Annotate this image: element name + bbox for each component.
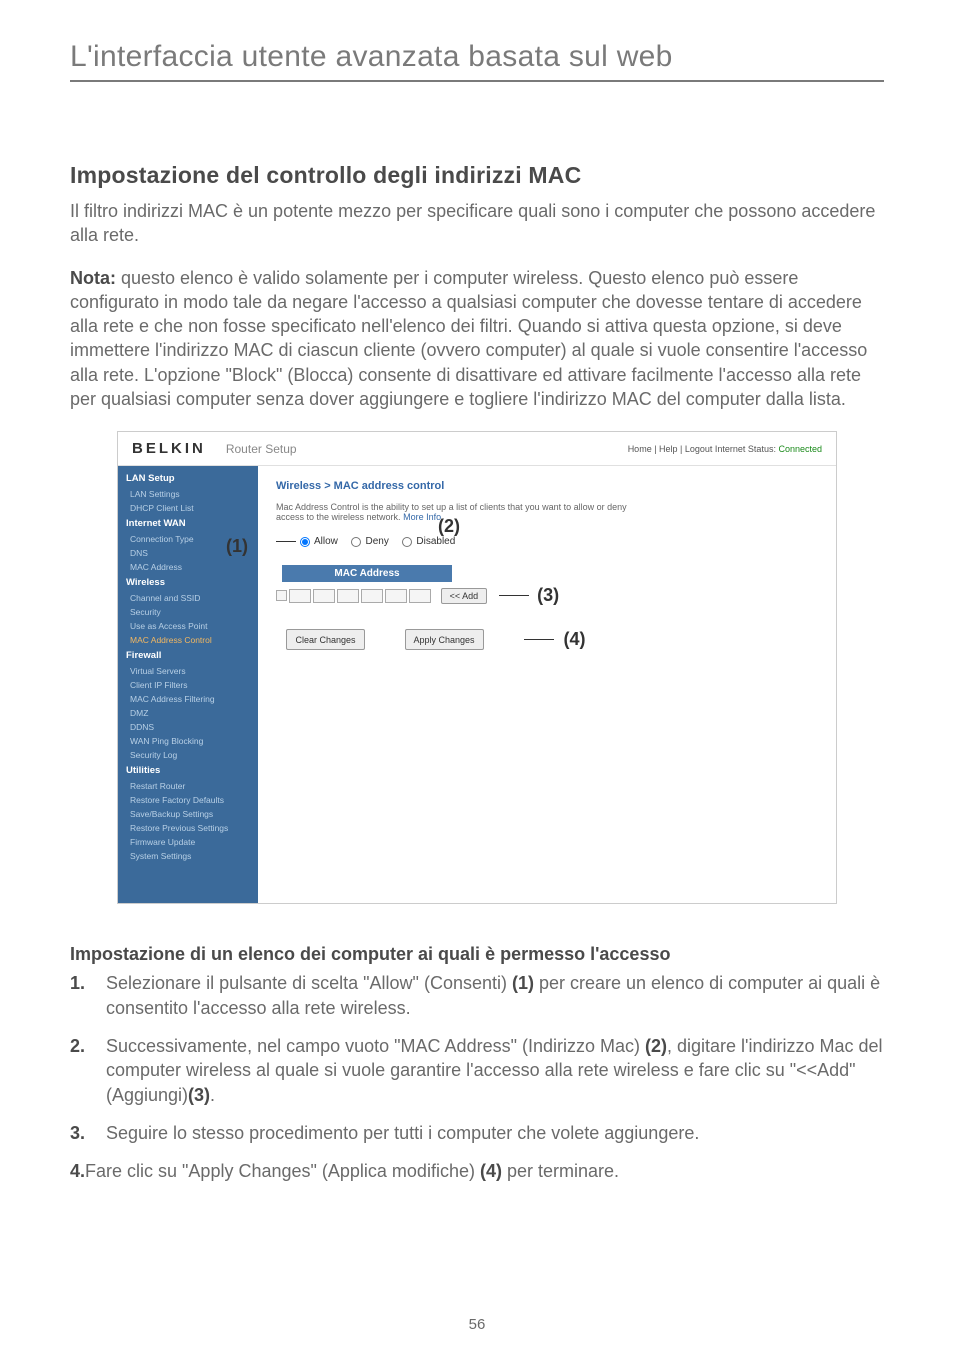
mac-cell-2[interactable] — [313, 589, 335, 603]
nav-channel-ssid[interactable]: Channel and SSID — [118, 591, 258, 605]
mac-table: MAC Address << Add — [276, 565, 818, 609]
steps-list: 1. Selezionare il pulsante di scelta "Al… — [70, 971, 884, 1145]
belkin-logo: BELKIN — [132, 440, 206, 457]
radio-disabled[interactable] — [402, 537, 412, 547]
radio-deny-label: Deny — [365, 536, 388, 547]
step-4-pre: Fare clic su "Apply Changes" (Applica mo… — [85, 1161, 480, 1181]
step-4-num: 4. — [70, 1161, 85, 1181]
radio-disabled-label: Disabled — [416, 536, 455, 547]
step-2-num: 2. — [70, 1034, 106, 1107]
annot-line-4 — [524, 639, 554, 640]
step-2-bold: (2) — [645, 1036, 667, 1056]
step-1-pre: Selezionare il pulsante di scelta "Allow… — [106, 973, 512, 993]
mac-address-header: MAC Address — [282, 565, 452, 582]
nav-restart[interactable]: Restart Router — [118, 779, 258, 793]
nav-security-log[interactable]: Security Log — [118, 748, 258, 762]
header-links[interactable]: Home | Help | Logout Internet Status: — [628, 444, 779, 454]
step-1-num: 1. — [70, 971, 106, 1020]
nav-dmz[interactable]: DMZ — [118, 706, 258, 720]
radio-allow[interactable] — [300, 537, 310, 547]
step-1: 1. Selezionare il pulsante di scelta "Al… — [70, 971, 884, 1020]
nav-mac-control[interactable]: MAC Address Control — [118, 633, 258, 647]
radio-allow-label: Allow — [314, 536, 338, 547]
router-setup-label: Router Setup — [226, 442, 297, 456]
nav-wan-ping[interactable]: WAN Ping Blocking — [118, 734, 258, 748]
step-2: 2. Successivamente, nel campo vuoto "MAC… — [70, 1034, 884, 1107]
screenshot-container: BELKIN Router Setup Home | Help | Logout… — [70, 431, 884, 904]
section-title: Impostazione del controllo degli indiriz… — [70, 162, 884, 189]
nav-client-ip[interactable]: Client IP Filters — [118, 678, 258, 692]
more-info-link[interactable]: More Info — [403, 512, 441, 522]
mac-cell-5[interactable] — [385, 589, 407, 603]
clear-changes-button[interactable]: Clear Changes — [286, 629, 364, 650]
annotation-3: (3) — [537, 585, 559, 606]
annotation-4: (4) — [564, 629, 586, 650]
sub-section-title: Impostazione di un elenco dei computer a… — [70, 944, 884, 965]
apply-changes-button[interactable]: Apply Changes — [405, 629, 484, 650]
step-4: 4.Fare clic su "Apply Changes" (Applica … — [70, 1159, 884, 1183]
nav-heading-wireless: Wireless — [118, 574, 258, 591]
note-label: Nota: — [70, 268, 116, 288]
add-button[interactable]: << Add — [441, 588, 488, 604]
nav-security[interactable]: Security — [118, 605, 258, 619]
mac-cell-6[interactable] — [409, 589, 431, 603]
nav-virtual-servers[interactable]: Virtual Servers — [118, 664, 258, 678]
sidebar: LAN Setup LAN Settings DHCP Client List … — [118, 466, 258, 903]
nav-mac-filtering[interactable]: MAC Address Filtering — [118, 692, 258, 706]
nav-heading-wan: Internet WAN — [118, 515, 258, 532]
note-paragraph: Nota: questo elenco è valido solamente p… — [70, 266, 884, 412]
mac-checkbox[interactable] — [276, 590, 287, 601]
step-3: 3. Seguire lo stesso procedimento per tu… — [70, 1121, 884, 1145]
mac-input-row: << Add (3) — [276, 582, 818, 609]
router-screenshot: BELKIN Router Setup Home | Help | Logout… — [117, 431, 837, 904]
note-body: questo elenco è valido solamente per i c… — [70, 268, 867, 409]
page-header: L'interfaccia utente avanzata basata sul… — [70, 40, 884, 82]
header-right: Home | Help | Logout Internet Status: Co… — [628, 444, 822, 454]
nav-access-point[interactable]: Use as Access Point — [118, 619, 258, 633]
page-number: 56 — [0, 1316, 954, 1333]
step-1-text: Selezionare il pulsante di scelta "Allow… — [106, 971, 884, 1020]
radio-deny[interactable] — [351, 537, 361, 547]
step-2-tail2: . — [210, 1085, 215, 1105]
step-1-bold: (1) — [512, 973, 534, 993]
mac-cell-4[interactable] — [361, 589, 383, 603]
intro-paragraph: Il filtro indirizzi MAC è un potente mez… — [70, 199, 884, 248]
radio-group: Allow Deny Disabled — [276, 536, 818, 547]
annotation-2: (2) — [438, 516, 460, 537]
breadcrumb: Wireless > MAC address control — [276, 480, 818, 492]
step-2-text: Successivamente, nel campo vuoto "MAC Ad… — [106, 1034, 884, 1107]
nav-heading-lan: LAN Setup — [118, 470, 258, 487]
nav-firmware[interactable]: Firmware Update — [118, 835, 258, 849]
step-2-pre: Successivamente, nel campo vuoto "MAC Ad… — [106, 1036, 645, 1056]
ss-header: BELKIN Router Setup Home | Help | Logout… — [118, 432, 836, 466]
step-2-bold2: (3) — [188, 1085, 210, 1105]
nav-heading-utilities: Utilities — [118, 762, 258, 779]
mac-cell-1[interactable] — [289, 589, 311, 603]
mac-cell-3[interactable] — [337, 589, 359, 603]
annotation-1: (1) — [226, 536, 248, 557]
nav-mac-address[interactable]: MAC Address — [118, 560, 258, 574]
ss-main: Wireless > MAC address control Mac Addre… — [258, 466, 836, 903]
action-buttons: Clear Changes Apply Changes (4) — [276, 629, 596, 650]
nav-ddns[interactable]: DDNS — [118, 720, 258, 734]
nav-dhcp-client[interactable]: DHCP Client List — [118, 501, 258, 515]
nav-restore-prev[interactable]: Restore Previous Settings — [118, 821, 258, 835]
nav-heading-firewall: Firewall — [118, 647, 258, 664]
nav-restore-factory[interactable]: Restore Factory Defaults — [118, 793, 258, 807]
step-4-tail: per terminare. — [502, 1161, 619, 1181]
annot-line-3 — [499, 595, 529, 596]
step-4-bold: (4) — [480, 1161, 502, 1181]
step-3-text: Seguire lo stesso procedimento per tutti… — [106, 1121, 884, 1145]
nav-save-backup[interactable]: Save/Backup Settings — [118, 807, 258, 821]
step-3-num: 3. — [70, 1121, 106, 1145]
status-connected: Connected — [778, 444, 822, 454]
nav-lan-settings[interactable]: LAN Settings — [118, 487, 258, 501]
mac-description: Mac Address Control is the ability to se… — [276, 502, 656, 522]
nav-system[interactable]: System Settings — [118, 849, 258, 863]
